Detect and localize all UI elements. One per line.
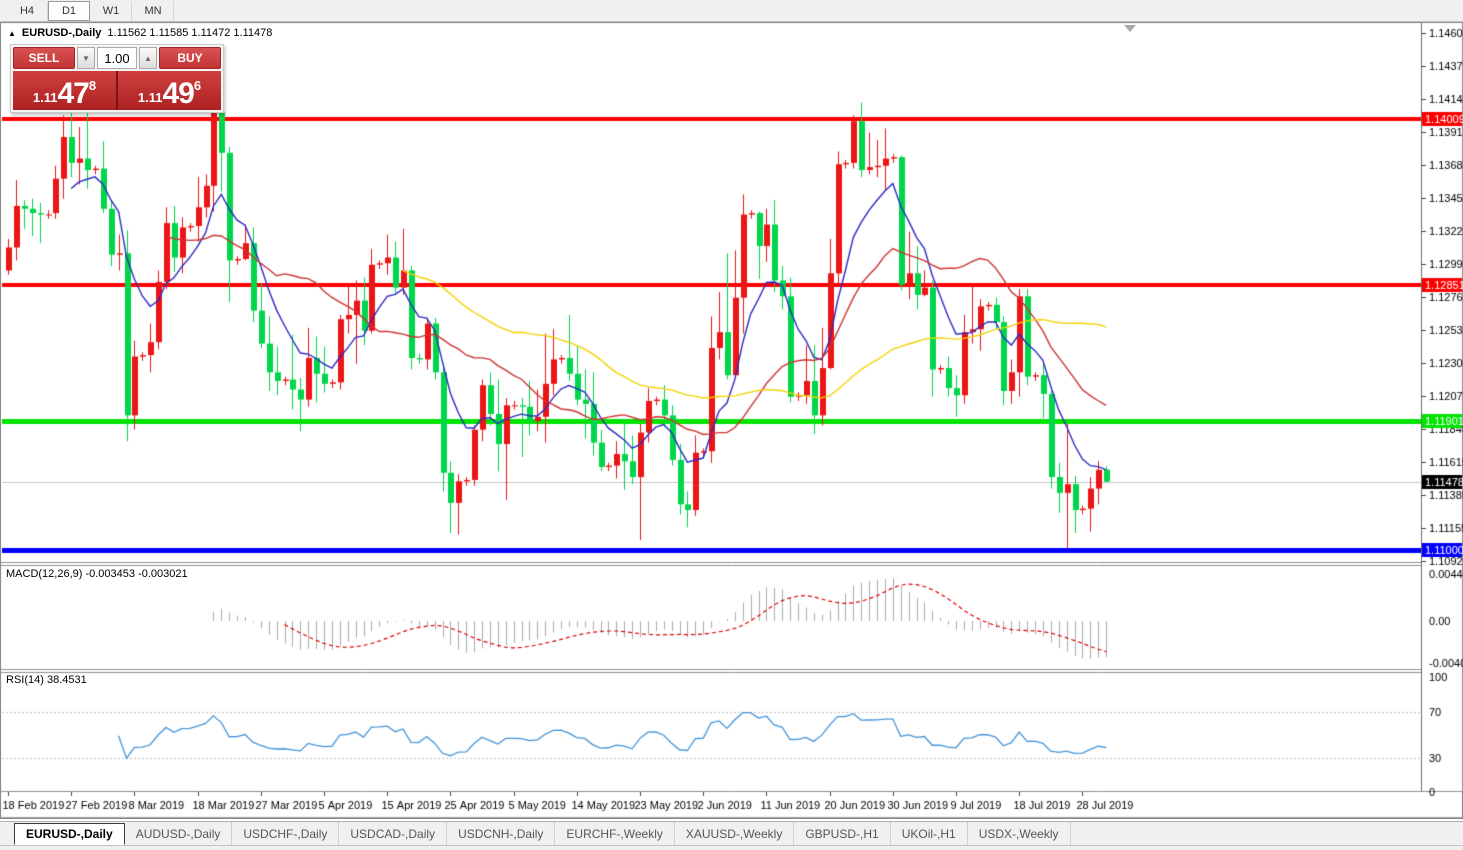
tab-usdx-weekly[interactable]: USDX-,Weekly [968,822,1071,845]
chart-shift-marker-icon[interactable] [1124,25,1136,32]
tab-eurusd-daily[interactable]: EURUSD-,Daily [14,823,125,845]
tab-usdchf-daily[interactable]: USDCHF-,Daily [232,822,339,845]
sell-quote-button[interactable]: 1.11478 [13,71,116,110]
buy-price-prefix: 1.11 [138,88,163,107]
tab-bar-footer [0,845,1463,850]
tab-ukoil-h1[interactable]: UKOil-,H1 [891,822,968,845]
buy-price-big: 49 [162,81,193,107]
chart-tab-bar: EURUSD-,Daily AUDUSD-,Daily USDCHF-,Dail… [0,821,1463,850]
tab-xauusd-weekly[interactable]: XAUUSD-,Weekly [675,822,794,845]
buy-button[interactable]: BUY [159,47,221,69]
chart-collapse-arrow-icon[interactable]: ▲ [8,29,16,38]
buy-quote-button[interactable]: 1.11496 [118,71,221,110]
one-click-trading-panel: SELL ▼ 1.00 ▲ BUY 1.11478 1.11496 [10,44,224,113]
chart-symbol-label: EURUSD-,Daily [22,27,101,39]
tab-gbpusd-h1[interactable]: GBPUSD-,H1 [794,822,890,845]
volume-decrease-button[interactable]: ▼ [77,47,95,69]
chart-title: ▲ EURUSD-,Daily 1.11562 1.11585 1.11472 … [8,27,272,39]
chart-ohlc-values: 1.11562 1.11585 1.11472 1.11478 [107,27,272,39]
tab-eurchf-weekly[interactable]: EURCHF-,Weekly [555,822,674,845]
tab-usdcnh-daily[interactable]: USDCNH-,Daily [447,822,555,845]
volume-input[interactable]: 1.00 [97,47,137,69]
sell-price-prefix: 1.11 [33,88,58,107]
sell-button[interactable]: SELL [13,47,75,69]
macd-indicator-label: MACD(12,26,9) -0.003453 -0.003021 [6,568,188,580]
rsi-indicator-label: RSI(14) 38.4531 [6,674,87,686]
sell-price-pipette: 8 [89,71,96,101]
mt4-window: { "toolbar": { "timeframes": [ {"label":… [0,0,1463,849]
chart-canvas[interactable] [0,0,1463,849]
tab-audusd-daily[interactable]: AUDUSD-,Daily [125,822,233,845]
volume-increase-button[interactable]: ▲ [139,47,157,69]
tab-usdcad-daily[interactable]: USDCAD-,Daily [339,822,447,845]
buy-price-pipette: 6 [194,71,201,101]
sell-price-big: 47 [57,81,88,107]
